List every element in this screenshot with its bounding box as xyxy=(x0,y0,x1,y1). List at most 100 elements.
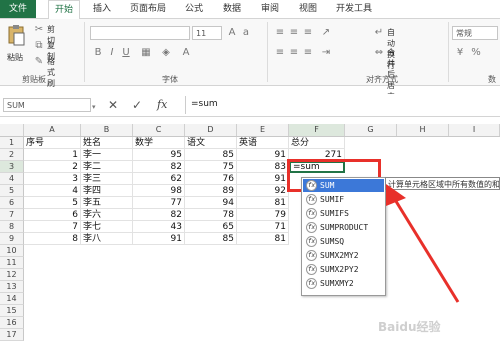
table-cell[interactable]: 91 xyxy=(237,149,289,161)
row-header-1[interactable]: 1 xyxy=(0,137,24,149)
align-top-icon[interactable]: ≡ xyxy=(274,27,286,39)
number-format-combo[interactable]: 常规 xyxy=(452,26,498,40)
row-header-8[interactable]: 8 xyxy=(0,221,24,233)
align-bottom-icon[interactable]: ≡ xyxy=(302,27,314,39)
row-header-14[interactable]: 14 xyxy=(0,293,24,305)
currency-icon[interactable]: ¥ xyxy=(454,47,466,59)
table-cell[interactable]: 75 xyxy=(185,161,237,173)
table-cell[interactable]: 5 xyxy=(24,197,81,209)
row-header-11[interactable]: 11 xyxy=(0,257,24,269)
font-name-combo[interactable] xyxy=(90,26,190,40)
column-header-d[interactable]: D xyxy=(185,124,237,136)
row-header-2[interactable]: 2 xyxy=(0,149,24,161)
row-header-12[interactable]: 12 xyxy=(0,269,24,281)
indent-icon[interactable]: ⇥ xyxy=(320,47,332,59)
table-cell[interactable]: 李三 xyxy=(81,173,133,185)
header-cell-math[interactable]: 数学 xyxy=(133,137,185,149)
tab-insert[interactable]: 插入 xyxy=(88,0,116,18)
chevron-down-icon[interactable]: ▾ xyxy=(92,103,96,111)
table-cell[interactable]: 89 xyxy=(185,185,237,197)
enter-icon[interactable]: ✓ xyxy=(132,98,142,112)
font-size-combo[interactable]: 11 xyxy=(192,26,222,40)
font-color-icon[interactable]: A xyxy=(180,47,192,59)
insert-function-icon[interactable]: fx xyxy=(157,98,167,111)
tab-file[interactable]: 文件 xyxy=(0,0,36,18)
table-cell[interactable]: 李一 xyxy=(81,149,133,161)
header-cell-name[interactable]: 姓名 xyxy=(81,137,133,149)
table-cell[interactable]: 78 xyxy=(185,209,237,221)
align-middle-icon[interactable]: ≡ xyxy=(288,27,300,39)
align-left-icon[interactable]: ≡ xyxy=(274,47,286,59)
align-right-icon[interactable]: ≡ xyxy=(302,47,314,59)
tab-developer[interactable]: 开发工具 xyxy=(332,0,376,18)
table-cell[interactable]: 7 xyxy=(24,221,81,233)
row-header-13[interactable]: 13 xyxy=(0,281,24,293)
row-header-9[interactable]: 9 xyxy=(0,233,24,245)
header-cell-total[interactable]: 总分 xyxy=(289,137,345,149)
table-cell[interactable]: 91 xyxy=(237,173,289,185)
row-header-17[interactable]: 17 xyxy=(0,329,24,341)
table-cell[interactable]: 95 xyxy=(133,149,185,161)
row-header-7[interactable]: 7 xyxy=(0,209,24,221)
column-header-b[interactable]: B xyxy=(81,124,133,136)
table-cell[interactable]: 43 xyxy=(133,221,185,233)
bold-icon[interactable]: B xyxy=(92,47,104,59)
table-cell[interactable]: 91 xyxy=(133,233,185,245)
italic-icon[interactable]: I xyxy=(106,47,118,59)
row-header-4[interactable]: 4 xyxy=(0,173,24,185)
tab-view[interactable]: 视图 xyxy=(294,0,322,18)
table-cell[interactable]: 85 xyxy=(185,233,237,245)
cancel-icon[interactable]: ✕ xyxy=(108,98,118,112)
table-cell[interactable]: 92 xyxy=(237,185,289,197)
table-cell[interactable]: 83 xyxy=(237,161,289,173)
grow-font-icon[interactable]: A xyxy=(226,27,238,39)
header-cell-english[interactable]: 英语 xyxy=(237,137,289,149)
row-header-3[interactable]: 3 xyxy=(0,161,24,173)
table-cell[interactable]: 李七 xyxy=(81,221,133,233)
column-header-h[interactable]: H xyxy=(397,124,449,136)
row-header-15[interactable]: 15 xyxy=(0,305,24,317)
column-header-e[interactable]: E xyxy=(237,124,289,136)
tab-data[interactable]: 数据 xyxy=(218,0,246,18)
table-cell[interactable]: 李五 xyxy=(81,197,133,209)
tab-home[interactable]: 开始 xyxy=(48,0,80,20)
paste-button[interactable] xyxy=(6,23,26,49)
table-cell[interactable]: 82 xyxy=(133,161,185,173)
fill-color-icon[interactable]: ◈ xyxy=(160,47,172,59)
table-cell[interactable]: 79 xyxy=(237,209,289,221)
table-cell[interactable]: 2 xyxy=(24,161,81,173)
column-header-i[interactable]: I xyxy=(449,124,500,136)
header-cell-seq[interactable]: 序号 xyxy=(24,137,81,149)
row-header-16[interactable]: 16 xyxy=(0,317,24,329)
table-cell[interactable]: 李八 xyxy=(81,233,133,245)
header-cell-chinese[interactable]: 语文 xyxy=(185,137,237,149)
select-all-corner[interactable] xyxy=(0,124,24,136)
underline-icon[interactable]: U xyxy=(120,47,132,59)
table-cell[interactable]: 4 xyxy=(24,185,81,197)
tab-formulas[interactable]: 公式 xyxy=(180,0,208,18)
column-header-c[interactable]: C xyxy=(133,124,185,136)
column-header-f[interactable]: F xyxy=(289,124,345,136)
orientation-icon[interactable]: ↗ xyxy=(320,27,332,39)
shrink-font-icon[interactable]: a xyxy=(240,27,252,39)
row-header-10[interactable]: 10 xyxy=(0,245,24,257)
row-header-6[interactable]: 6 xyxy=(0,197,24,209)
table-cell[interactable]: 65 xyxy=(185,221,237,233)
table-cell[interactable]: 98 xyxy=(133,185,185,197)
table-cell[interactable]: 82 xyxy=(133,209,185,221)
column-header-a[interactable]: A xyxy=(24,124,81,136)
table-cell[interactable]: 8 xyxy=(24,233,81,245)
table-cell[interactable]: 71 xyxy=(237,221,289,233)
table-cell[interactable]: 81 xyxy=(237,233,289,245)
table-cell[interactable]: 81 xyxy=(237,197,289,209)
table-cell[interactable]: 李六 xyxy=(81,209,133,221)
tab-page-layout[interactable]: 页面布局 xyxy=(126,0,170,18)
table-cell[interactable]: 李四 xyxy=(81,185,133,197)
align-center-icon[interactable]: ≡ xyxy=(288,47,300,59)
name-box[interactable]: SUM xyxy=(3,98,91,112)
border-icon[interactable]: ▦ xyxy=(140,47,152,59)
table-cell[interactable]: 94 xyxy=(185,197,237,209)
column-header-g[interactable]: G xyxy=(345,124,397,136)
table-cell[interactable]: 62 xyxy=(133,173,185,185)
tab-review[interactable]: 审阅 xyxy=(256,0,284,18)
